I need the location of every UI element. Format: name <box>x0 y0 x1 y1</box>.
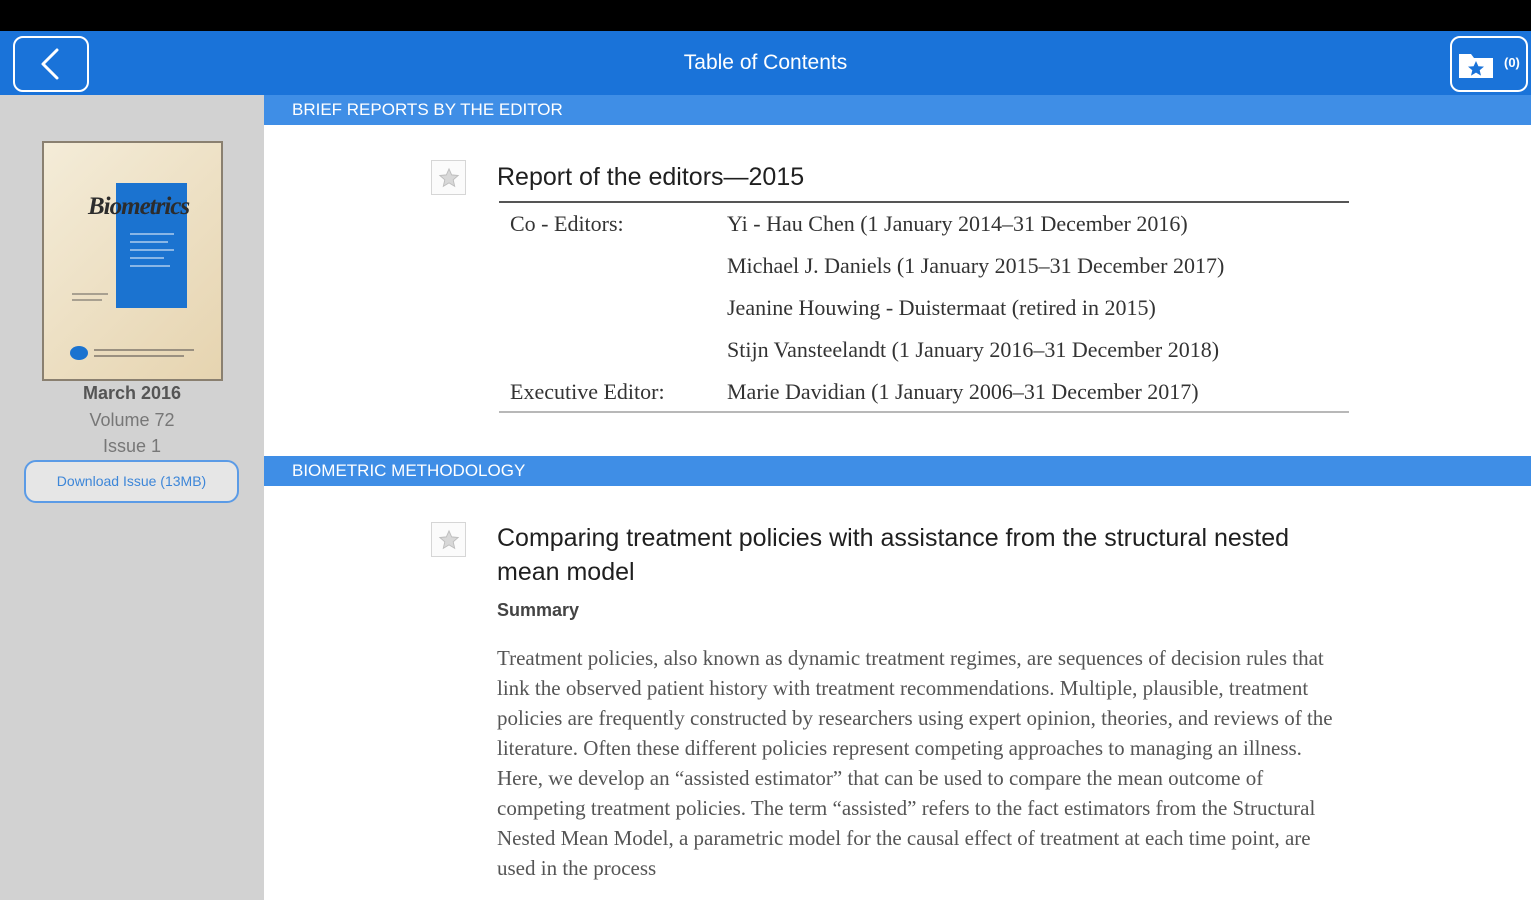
section-header-brief-reports: BRIEF REPORTS BY THE EDITOR <box>264 95 1531 125</box>
saved-count: (0) <box>1504 55 1520 70</box>
issue-volume: Volume 72 <box>89 410 175 430</box>
status-bar <box>0 0 1531 31</box>
article-title[interactable]: Report of the editors—2015 <box>497 160 804 194</box>
editor-row: Michael J. Daniels (1 January 2015–31 De… <box>499 245 1349 287</box>
star-icon <box>438 167 459 187</box>
issue-date: March 2016 <box>82 383 182 403</box>
download-issue-button[interactable]: Download Issue (13MB) <box>24 460 239 503</box>
publisher-logo-icon <box>70 346 88 360</box>
editor-row: Jeanine Houwing - Duistermaat (retired i… <box>499 287 1349 329</box>
cover-title: Biometrics <box>88 193 190 220</box>
favorite-button[interactable] <box>431 160 466 195</box>
editor-name: Michael J. Daniels (1 January 2015–31 De… <box>727 253 1225 278</box>
page-title: Table of Contents <box>683 51 848 74</box>
section-header-biometric-methodology: BIOMETRIC METHODOLOGY <box>264 456 1531 486</box>
star-icon <box>438 529 459 549</box>
favorite-button[interactable] <box>431 522 466 557</box>
editor-role: Executive Editor: <box>510 379 665 404</box>
summary-label: Summary <box>497 600 580 620</box>
editors-table: Co - Editors: Yi - Hau Chen (1 January 2… <box>499 201 1349 413</box>
chevron-left-icon <box>41 48 59 80</box>
app-bar: Table of Contents (0) <box>0 31 1531 95</box>
issue-number: Issue 1 <box>102 436 162 456</box>
issue-sidebar: Biometrics March 2016 Volume 72 Issue 1 … <box>0 95 264 900</box>
editor-row: Co - Editors: Yi - Hau Chen (1 January 2… <box>499 203 1349 245</box>
editor-name: Stijn Vansteelandt (1 January 2016–31 De… <box>727 337 1220 362</box>
editor-row: Stijn Vansteelandt (1 January 2016–31 De… <box>499 329 1349 371</box>
saved-articles-button[interactable]: (0) <box>1450 36 1528 92</box>
issue-cover[interactable]: Biometrics <box>42 141 223 381</box>
editor-name: Marie Davidian (1 January 2006–31 Decemb… <box>727 379 1199 404</box>
back-button[interactable] <box>13 36 89 92</box>
editor-name: Yi - Hau Chen (1 January 2014–31 Decembe… <box>727 211 1188 236</box>
editor-row: Executive Editor: Marie Davidian (1 Janu… <box>499 371 1349 413</box>
editor-role: Co - Editors: <box>510 211 624 236</box>
star-folder-icon <box>1459 54 1493 78</box>
editor-name: Jeanine Houwing - Duistermaat (retired i… <box>727 295 1156 320</box>
article-abstract: Treatment policies, also known as dynami… <box>497 646 1333 880</box>
article-title[interactable]: Comparing treatment policies with assist… <box>497 521 1317 589</box>
